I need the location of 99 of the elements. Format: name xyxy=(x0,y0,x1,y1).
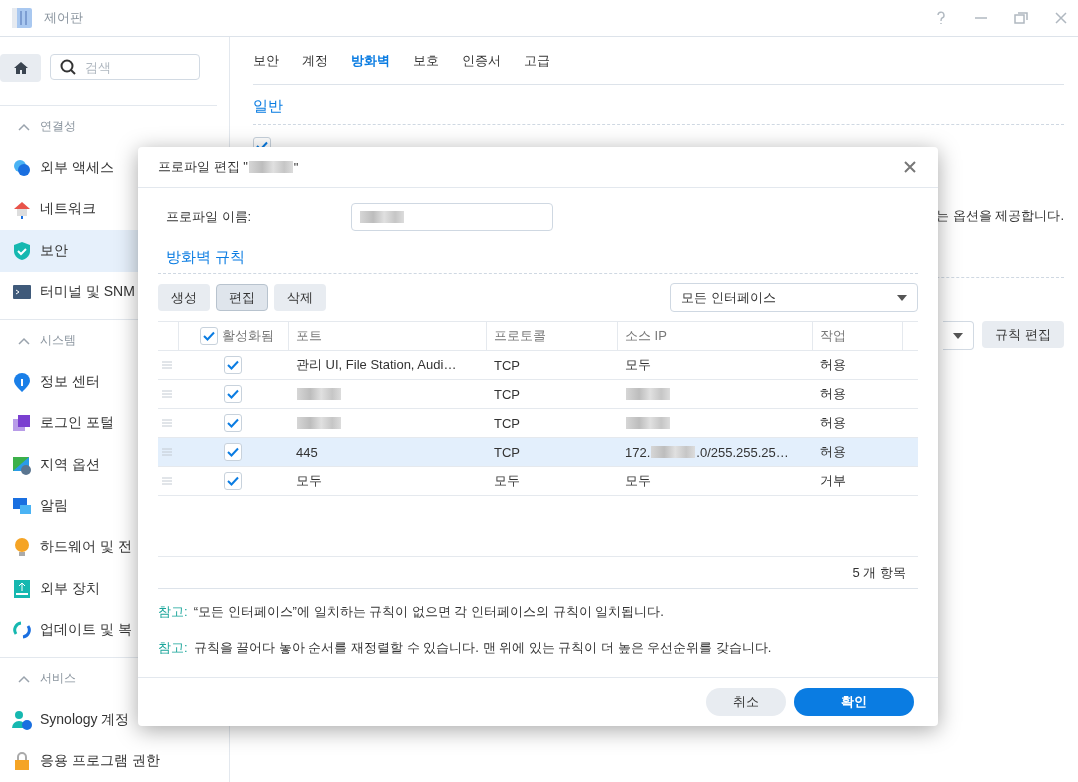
table-row[interactable]: 445 TCP 172. .0/255.255.25… 허용 xyxy=(158,438,918,467)
map-clock-icon xyxy=(12,454,32,475)
table-cell-text: TCP xyxy=(493,386,521,402)
blurred-text xyxy=(297,417,341,429)
table-cell-text: 허용 xyxy=(819,356,847,374)
item-count: 5 개 항목 xyxy=(158,557,918,589)
checkbox[interactable] xyxy=(224,472,242,490)
table-row[interactable]: 모두 모두 모두 거부 xyxy=(158,467,918,496)
blurred-text xyxy=(297,388,341,400)
tab[interactable]: 계정 xyxy=(302,51,328,70)
checkbox[interactable] xyxy=(224,356,242,374)
table-cell: 모두 xyxy=(625,356,651,374)
table-cell-text: 허용 xyxy=(819,443,847,461)
input-field[interactable] xyxy=(351,203,553,231)
caret-icon xyxy=(897,294,907,301)
refresh-icon xyxy=(12,620,32,641)
tab[interactable]: 보안 xyxy=(253,51,279,70)
chevron-up-icon[interactable] xyxy=(18,122,30,131)
table-cell: 관리 UI, File Station, Audi… xyxy=(296,356,457,374)
toolbar-button[interactable]: 생성 xyxy=(158,284,210,311)
table-row[interactable]: TCP 허용 xyxy=(158,380,918,409)
user-icon xyxy=(12,709,32,730)
portal-icon xyxy=(12,413,32,434)
tab[interactable]: 고급 xyxy=(524,51,550,70)
blurred-text xyxy=(360,211,404,223)
column-header[interactable]: 작업 xyxy=(820,327,846,345)
blurred-text xyxy=(626,417,670,429)
tab[interactable]: 방화벽 xyxy=(351,51,390,70)
table-cell: 모두 xyxy=(296,472,322,490)
dialog-title: " xyxy=(293,159,299,175)
chevron-up-icon[interactable] xyxy=(18,674,30,683)
caret-icon xyxy=(953,332,964,339)
rule-edit-button[interactable]: 규칙 편집 xyxy=(982,321,1064,348)
confirm-button[interactable]: 확인 xyxy=(794,688,914,716)
chevron-up-icon[interactable] xyxy=(18,336,30,345)
search-field[interactable]: 검색 xyxy=(50,54,200,80)
table-row[interactable]: 관리 UI, File Station, Audi… TCP 모두 허용 xyxy=(158,351,918,380)
house-icon xyxy=(12,199,32,220)
cancel-button[interactable]: 취소 xyxy=(706,688,786,716)
blurred-text xyxy=(651,446,696,458)
tab[interactable]: 인증서 xyxy=(462,51,501,70)
table-cell: .0/255.255.25… xyxy=(696,444,789,460)
column-header[interactable]: 프로토콜 xyxy=(494,327,546,345)
home-icon xyxy=(12,60,29,76)
app-logo-icon xyxy=(10,6,34,30)
sidebar-item[interactable]: Synology 계정 xyxy=(0,699,229,741)
chat-icon xyxy=(12,496,32,517)
window-title: 제어판 xyxy=(44,9,84,27)
sidebar-item[interactable]: 응용 프로그램 권한 xyxy=(0,740,229,782)
shield-icon xyxy=(12,240,32,261)
group-label: 서비스 xyxy=(40,670,76,688)
table-cell: 모두 xyxy=(625,472,651,490)
table-cell: 172. xyxy=(625,444,651,460)
checkbox[interactable] xyxy=(224,385,242,403)
bulb-icon xyxy=(12,537,32,558)
table-cell-text: 허용 xyxy=(819,385,847,403)
home-button[interactable] xyxy=(0,54,41,82)
checkbox[interactable] xyxy=(224,443,242,461)
lock-icon xyxy=(12,751,32,772)
description-text: 는 옵션을 제공합니다. xyxy=(936,208,1064,223)
restore-icon[interactable] xyxy=(1014,11,1028,25)
dropdown[interactable] xyxy=(943,321,975,350)
table-cell: 445 xyxy=(296,444,318,460)
column-header[interactable]: 소스 IP xyxy=(625,327,667,345)
drag-handle-icon[interactable] xyxy=(162,477,172,485)
checkbox[interactable] xyxy=(200,327,218,345)
table-cell-text: 허용 xyxy=(819,414,847,432)
info-icon xyxy=(12,371,32,392)
blurred-text xyxy=(248,161,293,173)
globe-icon xyxy=(12,158,32,179)
dialog-title: 프로파일 편집 " xyxy=(158,158,248,176)
drag-handle-icon[interactable] xyxy=(162,419,172,427)
field-label: 프로파일 이름: xyxy=(166,208,253,226)
drag-handle-icon[interactable] xyxy=(162,390,172,398)
section-heading: 방화벽 규칙 xyxy=(158,231,918,274)
section-heading: 일반 xyxy=(253,85,1064,125)
close-icon[interactable] xyxy=(1054,11,1068,25)
table-cell-text: TCP xyxy=(493,415,521,431)
column-header: 활성화됨 xyxy=(222,327,274,345)
upload-icon xyxy=(12,578,32,599)
group-label: 시스템 xyxy=(40,332,76,350)
blurred-text xyxy=(626,388,670,400)
interface-select[interactable]: 모든 인터페이스 xyxy=(670,283,918,312)
table-cell-text: 거부 xyxy=(819,472,847,490)
table-cell-text: 모두 xyxy=(493,472,521,490)
search-icon xyxy=(60,59,76,75)
table-cell-text: TCP xyxy=(493,444,521,460)
table-cell-text: TCP xyxy=(493,357,521,373)
close-icon[interactable] xyxy=(904,161,916,173)
toolbar-button[interactable]: 편집 xyxy=(216,284,268,311)
help-icon[interactable] xyxy=(934,11,948,25)
drag-handle-icon[interactable] xyxy=(162,361,172,369)
checkbox[interactable] xyxy=(224,414,242,432)
tab[interactable]: 보호 xyxy=(413,51,439,70)
group-label: 연결성 xyxy=(40,118,76,136)
column-header[interactable]: 포트 xyxy=(296,327,322,345)
note-text: 참고: 규칙을 끌어다 놓아 순서를 재정렬할 수 있습니다. 맨 위에 있는 규칙이 더 높은 우선순위를 갖습니다. xyxy=(158,639,773,657)
note-text: 참고: “모든 인터페이스”에 일치하는 규칙이 없으면 각 인터페이스의 규칙이 일치됩니다. xyxy=(158,603,665,621)
toolbar-button[interactable]: 삭제 xyxy=(274,284,326,311)
